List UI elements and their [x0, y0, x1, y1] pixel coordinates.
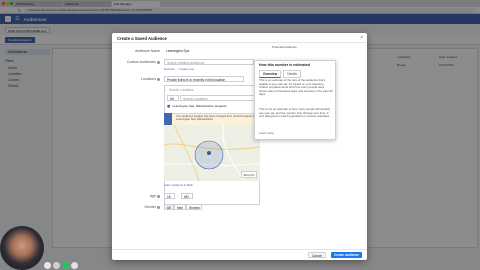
custom-audiences-label-text: Custom Audiences [126, 60, 156, 64]
custom-audiences-label: Custom Audiences [112, 60, 160, 64]
map-pin-icon: ⬤ [167, 104, 171, 108]
audience-name-field[interactable]: Leamington Spa [164, 48, 284, 54]
dock-app-icon[interactable] [44, 262, 51, 269]
dock-app-icon[interactable] [71, 262, 78, 269]
gender-label-text: Gender [144, 205, 156, 209]
tooltip-tabs: Overview Details [259, 70, 301, 78]
age-dash: - [177, 194, 178, 198]
age-label: Age [112, 194, 160, 198]
location-search-hint: Search Locations [167, 87, 207, 93]
create-new-link[interactable]: Create new [179, 67, 194, 71]
tab-details[interactable]: Details [283, 70, 301, 78]
info-icon[interactable] [157, 77, 160, 81]
gender-men-button[interactable]: Men [174, 204, 186, 210]
location-type-select[interactable]: People living in or recently in this loc… [164, 76, 244, 82]
custom-audiences-input[interactable]: Search existing audiences [164, 59, 254, 65]
info-icon[interactable] [157, 60, 160, 64]
gender-label: Gender [112, 205, 160, 209]
gender-women-button[interactable]: Women [186, 204, 202, 210]
warning-accent [164, 113, 172, 125]
info-icon[interactable] [157, 205, 160, 209]
dock [44, 262, 78, 269]
custom-audiences-placeholder: Search existing audiences [167, 61, 205, 65]
country-select[interactable]: UK [167, 95, 179, 101]
gender-segmented: All Men Women [164, 204, 202, 210]
custom-audience-links: Exclude Create new [164, 67, 194, 71]
dialog-footer [112, 249, 367, 260]
audience-name-label: Audience Name [135, 49, 160, 53]
exclude-link[interactable]: Exclude [164, 67, 175, 71]
tooltip-title: How this number is estimated [259, 63, 310, 67]
age-min-select[interactable]: 18 [164, 193, 175, 199]
learn-more-link[interactable]: Learn more [259, 131, 333, 136]
drop-pin-label: Drop Pin [243, 172, 255, 177]
potential-audience-label: Potential Audience [272, 45, 297, 49]
webcam-overlay [0, 226, 44, 270]
locations-label-text: Locations [141, 77, 156, 81]
add-bulk-link[interactable]: Add Locations in Bulk [164, 183, 193, 187]
dock-app-icon[interactable] [62, 262, 69, 269]
estimate-tooltip: How this number is estimated Overview De… [254, 60, 336, 140]
tooltip-paragraph: This is an estimate of the size of the a… [259, 78, 333, 97]
age-label-text: Age [149, 194, 156, 198]
location-warning: Your audience location has been changed … [164, 113, 260, 125]
gender-all-button[interactable]: All [164, 204, 174, 210]
locations-label: Locations [112, 77, 160, 81]
location-tag-label: Leamington Spa, Warwickshire, England [172, 104, 227, 108]
dialog-title: Create a Saved Audience [112, 33, 367, 43]
tab-overview[interactable]: Overview [259, 70, 282, 78]
create-audience-confirm-button[interactable]: Create Audience [331, 252, 363, 258]
tooltip-paragraph: This is not an estimate of how many peop… [259, 107, 331, 119]
location-map[interactable]: Drop Pin [164, 125, 260, 181]
close-icon[interactable]: × [360, 35, 363, 41]
info-icon[interactable] [157, 194, 160, 198]
location-search-input[interactable]: Search Locations [180, 95, 256, 101]
drop-pin-button[interactable]: Drop Pin [241, 171, 257, 178]
location-tag: ⬤ Leamington Spa, Warwickshire, England [167, 104, 226, 108]
age-max-select[interactable]: 65+ [181, 193, 193, 199]
dock-app-icon[interactable] [53, 262, 60, 269]
cancel-button[interactable]: Cancel [308, 252, 326, 258]
